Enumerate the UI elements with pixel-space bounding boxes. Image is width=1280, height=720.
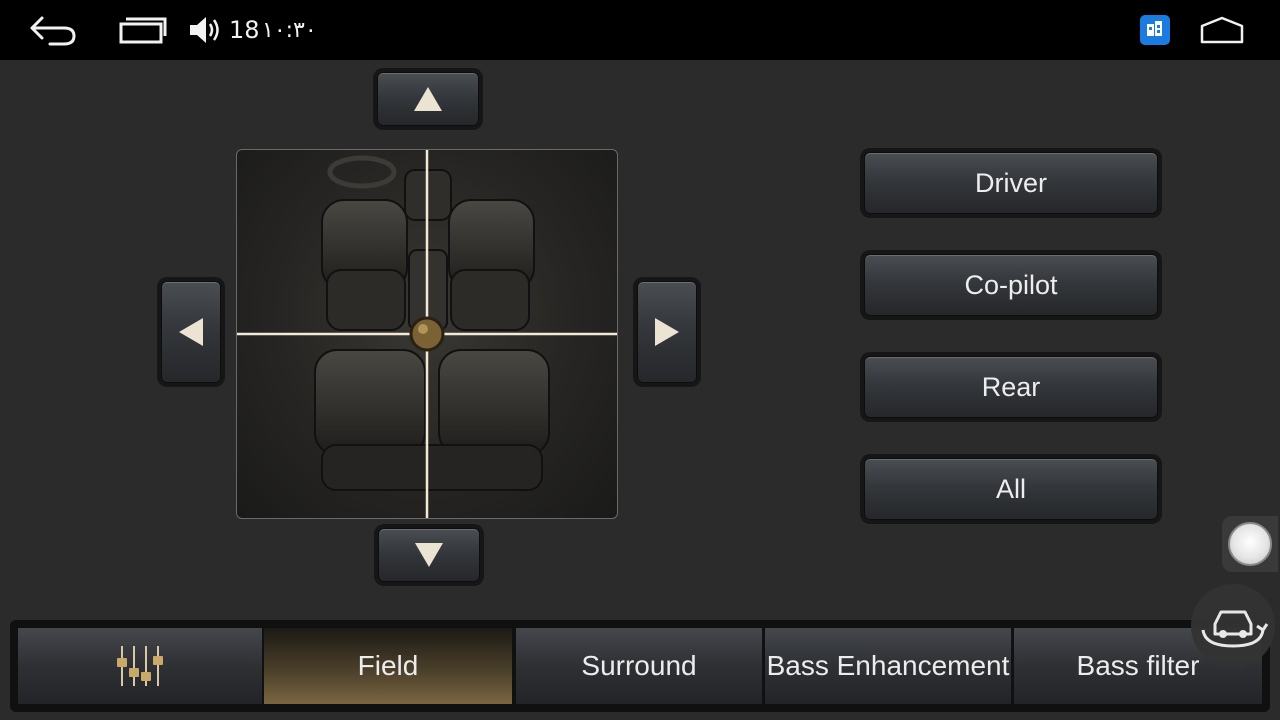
sound-field-panel[interactable] — [236, 149, 618, 519]
arrow-right-icon — [655, 318, 679, 346]
move-up-button[interactable] — [377, 72, 479, 126]
volume-icon — [190, 17, 219, 43]
arrow-down-icon — [415, 543, 443, 567]
arrow-up-icon — [414, 87, 442, 111]
home-icon[interactable] — [1200, 16, 1244, 44]
zone-all-button[interactable]: All — [864, 458, 1158, 520]
app-notification-icon[interactable] — [1140, 15, 1170, 45]
tab-field[interactable]: Field — [264, 628, 514, 704]
floating-car-view-button[interactable] — [1191, 584, 1275, 668]
zone-rear-label: Rear — [981, 371, 1041, 402]
tab-bass-filter-label: Bass filter — [1076, 650, 1200, 681]
arrow-left-icon — [179, 318, 203, 346]
audio-tab-bar: Field Surround Bass Enhancement Bass fil… — [10, 620, 1270, 712]
assistive-touch-icon — [1228, 522, 1272, 566]
balance-point-handle[interactable] — [409, 316, 445, 352]
zone-driver-button[interactable]: Driver — [864, 152, 1158, 214]
tab-surround[interactable]: Surround — [516, 628, 764, 704]
recent-apps-icon[interactable] — [118, 16, 168, 44]
volume-level: 18 — [229, 16, 260, 44]
zone-rear-button[interactable]: Rear — [864, 356, 1158, 418]
car-interior-seats-icon — [237, 150, 617, 518]
zone-copilot-button[interactable]: Co-pilot — [864, 254, 1158, 316]
tab-field-label: Field — [357, 650, 419, 681]
clock: ۱۰:۳۰ — [262, 18, 317, 43]
tab-bass-enhancement[interactable]: Bass Enhancement — [765, 628, 1013, 704]
back-arrow-icon[interactable] — [28, 14, 78, 46]
car-rotate-icon — [1201, 610, 1269, 648]
move-right-button[interactable] — [637, 281, 697, 383]
tab-equalizer[interactable] — [18, 628, 264, 704]
zone-copilot-label: Co-pilot — [964, 269, 1058, 300]
move-left-button[interactable] — [161, 281, 221, 383]
tab-bass-enhancement-label: Bass Enhancement — [766, 650, 1010, 681]
status-bar: 18 ۱۰:۳۰ — [0, 0, 1280, 60]
equalizer-icon — [117, 646, 163, 686]
move-down-button[interactable] — [378, 528, 480, 582]
zone-driver-label: Driver — [975, 167, 1047, 198]
zone-all-label: All — [995, 473, 1026, 504]
floating-assistive-button[interactable] — [1222, 516, 1278, 572]
tab-surround-label: Surround — [581, 650, 697, 681]
